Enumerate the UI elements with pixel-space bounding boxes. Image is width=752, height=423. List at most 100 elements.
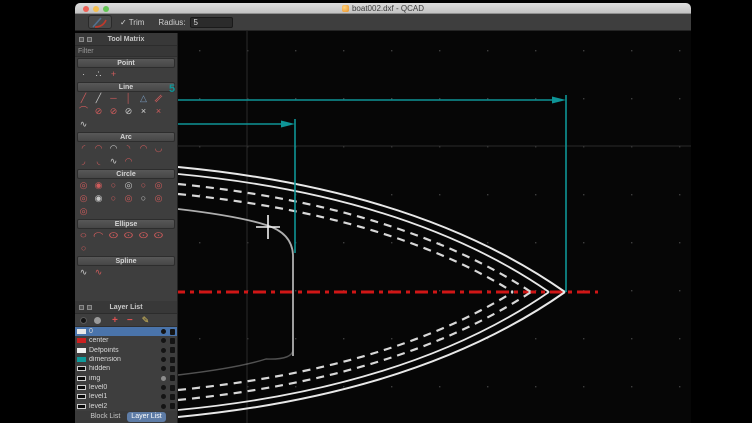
tab-block-list[interactable]: Block List <box>86 412 124 422</box>
circle-2-points-icon[interactable]: ○ <box>106 179 121 192</box>
layer-color-swatch[interactable] <box>77 404 86 409</box>
line-horizontal-icon[interactable]: ─ <box>106 92 121 105</box>
remove-layer-icon[interactable]: − <box>127 314 133 327</box>
layer-color-swatch[interactable] <box>77 385 86 390</box>
circle-tangent-icon[interactable]: ◎ <box>151 179 166 192</box>
sheer-line-filleted <box>178 209 293 356</box>
drawing-canvas[interactable]: 5 Tool Matrix Filter Point∙∴+Line╱╱─│△∥⌒… <box>75 31 691 423</box>
layer-lock-icon[interactable] <box>170 347 175 353</box>
layer-color-swatch[interactable] <box>77 394 86 399</box>
fillet-tool-button[interactable] <box>88 15 112 29</box>
layer-visibility-eye-icon[interactable] <box>161 376 166 381</box>
hide-all-eye-icon[interactable] <box>80 317 87 324</box>
section-header-circle[interactable]: Circle <box>77 169 175 179</box>
arc-2p-angle-icon[interactable]: ◝ <box>121 142 136 155</box>
arc-center-point-icon[interactable]: ◜ <box>76 142 91 155</box>
layer-color-swatch[interactable] <box>77 329 86 334</box>
section-header-spline[interactable]: Spline <box>77 256 175 266</box>
point-single-icon[interactable]: ∙ <box>76 68 91 81</box>
show-all-eye-icon[interactable] <box>94 317 101 324</box>
circle-concentric-icon[interactable]: ◎ <box>76 192 91 205</box>
tab-layer-list[interactable]: Layer List <box>127 412 165 422</box>
arc-concentric-icon[interactable]: ◡ <box>151 142 166 155</box>
circle-tangent-2-icon[interactable]: ◉ <box>91 192 106 205</box>
layer-lock-icon[interactable] <box>170 394 175 400</box>
titlebar: boat002.dxf - QCAD <box>75 3 691 14</box>
radius-input[interactable]: 5 <box>190 17 233 28</box>
layer-visibility-eye-icon[interactable] <box>161 338 166 343</box>
edit-layer-icon[interactable]: ✎ <box>142 314 150 327</box>
trim-checkbox[interactable]: ✓ Trim <box>120 18 144 27</box>
layer-lock-icon[interactable] <box>170 338 175 344</box>
circle-circumscribed-icon[interactable]: ○ <box>136 192 151 205</box>
layer-color-swatch[interactable] <box>77 376 86 381</box>
layer-visibility-eye-icon[interactable] <box>161 404 166 409</box>
line-relative-angle-icon[interactable]: × <box>136 105 151 118</box>
layer-lock-icon[interactable] <box>170 357 175 363</box>
add-layer-icon[interactable]: + <box>112 314 118 327</box>
layer-lock-icon[interactable] <box>170 403 175 409</box>
line-orthogonal-icon[interactable]: ⊘ <box>121 105 136 118</box>
tool-row: ○◠⊙⊙⊙⊙ <box>75 229 177 242</box>
arc-tangent-icon[interactable]: ◠ <box>136 142 151 155</box>
layer-row-hidden[interactable]: hidden <box>75 364 177 373</box>
circle-tangent-3-icon[interactable]: ○ <box>106 192 121 205</box>
circle-3-tangents-icon[interactable]: ◎ <box>76 205 91 218</box>
layer-name: center <box>89 337 161 344</box>
layer-row-level1[interactable]: level1 <box>75 392 177 401</box>
spline-control-points-icon[interactable]: ∿ <box>76 266 91 279</box>
section-header-point[interactable]: Point <box>77 58 175 68</box>
layer-visibility-eye-icon[interactable] <box>161 348 166 353</box>
layer-lock-icon[interactable] <box>170 366 175 372</box>
point-target-icon[interactable]: + <box>106 68 121 81</box>
layer-row-level2[interactable]: level2 <box>75 402 177 411</box>
circle-center-point-icon[interactable]: ◎ <box>76 179 91 192</box>
line-polyline-icon[interactable]: ∿ <box>76 118 91 131</box>
dimension-partial-length <box>172 119 295 253</box>
layer-lock-icon[interactable] <box>170 385 175 391</box>
arc-chord-icon[interactable]: ◞ <box>76 155 91 168</box>
layer-row-level0[interactable]: level0 <box>75 383 177 392</box>
circle-3-points-icon[interactable]: ◎ <box>121 179 136 192</box>
circle-inscribed-icon[interactable]: ◎ <box>121 192 136 205</box>
circle-2p-radius-icon[interactable]: ○ <box>136 179 151 192</box>
layer-visibility-eye-icon[interactable] <box>161 394 166 399</box>
arc-reverse-icon[interactable]: ◠ <box>121 155 136 168</box>
line-tangent-1-icon[interactable]: ⊘ <box>91 105 106 118</box>
layer-color-swatch[interactable] <box>77 348 86 353</box>
spline-fit-points-icon[interactable]: ∿ <box>91 266 106 279</box>
arc-wave-icon[interactable]: ∿ <box>106 155 121 168</box>
layer-visibility-eye-icon[interactable] <box>161 357 166 362</box>
layer-name: level2 <box>89 403 161 410</box>
section-header-ellipse[interactable]: Ellipse <box>77 219 175 229</box>
layer-color-swatch[interactable] <box>77 366 86 371</box>
layer-row-Defpoints[interactable]: Defpoints <box>75 346 177 355</box>
layer-visibility-eye-icon[interactable] <box>161 366 166 371</box>
layer-lock-icon[interactable] <box>170 375 175 381</box>
layer-row-center[interactable]: center <box>75 336 177 345</box>
layer-lock-icon[interactable] <box>170 329 175 335</box>
tool-row: ○ <box>75 242 177 255</box>
tool-sections: Point∙∴+Line╱╱─│△∥⌒⊘⊘⊘××∿Arc◜◠◠◝◠◡◞◟∿◠Ci… <box>75 58 177 279</box>
layer-color-swatch[interactable] <box>77 338 86 343</box>
layer-color-swatch[interactable] <box>77 357 86 362</box>
layer-row-0[interactable]: 0 <box>75 327 177 336</box>
circle-center-radius-icon[interactable]: ◉ <box>91 179 106 192</box>
circle-2-tangents-icon[interactable]: ◎ <box>151 192 166 205</box>
arc-2p-radius-icon[interactable]: ◠ <box>106 142 121 155</box>
line-vertical-icon[interactable]: │ <box>121 92 136 105</box>
line-freehand-icon[interactable]: ⌒ <box>76 105 91 118</box>
layer-visibility-eye-icon[interactable] <box>161 329 166 334</box>
ellipse-quadrant-icon[interactable]: ⊙ <box>148 229 170 242</box>
arc-continue-icon[interactable]: ◟ <box>91 155 106 168</box>
layer-row-dimension[interactable]: dimension <box>75 355 177 364</box>
line-tangent-2-icon[interactable]: ⊘ <box>106 105 121 118</box>
filter-input[interactable]: Filter <box>75 46 177 57</box>
section-header-arc[interactable]: Arc <box>77 132 175 142</box>
line-angle-icon[interactable]: ╱ <box>91 92 106 105</box>
layer-row-img[interactable]: img <box>75 374 177 383</box>
point-chain-icon[interactable]: ∴ <box>91 68 106 81</box>
line-2-points-icon[interactable]: ╱ <box>76 92 91 105</box>
arc-3-points-icon[interactable]: ◠ <box>91 142 106 155</box>
layer-visibility-eye-icon[interactable] <box>161 385 166 390</box>
